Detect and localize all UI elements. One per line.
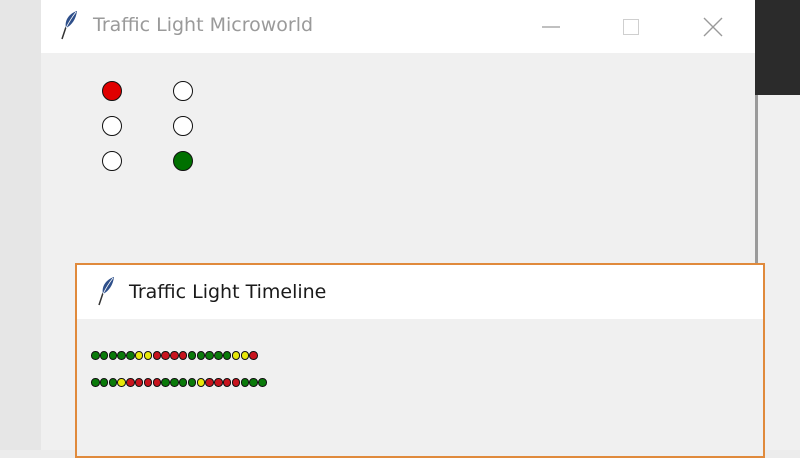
- minimize-icon: [542, 25, 560, 28]
- timeline-dot-green: [205, 351, 214, 360]
- timeline-dot-red: [152, 351, 162, 360]
- timeline-dot-yellow: [143, 351, 153, 360]
- timeline-dot-green: [108, 351, 118, 360]
- timeline-dot-red: [152, 378, 162, 387]
- timeline-dot-green: [187, 351, 197, 360]
- timeline-row-1: [91, 351, 258, 361]
- microworld-titlebar[interactable]: Traffic Light Microworld: [41, 0, 755, 53]
- timeline-dot-green: [126, 351, 135, 360]
- timeline-dot-red: [249, 351, 258, 360]
- right-red-light: [173, 81, 193, 101]
- right-yellow-light: [173, 116, 193, 136]
- timeline-dot-yellow: [231, 351, 241, 360]
- timeline-dot-green: [240, 378, 250, 387]
- maximize-icon: [623, 18, 639, 35]
- timeline-dot-yellow: [134, 351, 144, 360]
- feather-icon: [95, 276, 117, 306]
- timeline-dot-green: [117, 351, 126, 360]
- close-button[interactable]: [673, 0, 753, 53]
- timeline-dot-green: [161, 378, 170, 387]
- timeline-dot-red: [214, 378, 223, 387]
- timeline-dot-green: [99, 351, 109, 360]
- timeline-dot-red: [143, 378, 153, 387]
- timeline-dot-red: [178, 351, 188, 360]
- timeline-dot-green: [108, 378, 118, 387]
- left-red-light: [102, 81, 122, 101]
- timeline-dot-green: [91, 378, 100, 387]
- timeline-dot-red: [161, 351, 170, 360]
- timeline-dot-green: [249, 378, 258, 387]
- close-icon: [703, 17, 723, 36]
- feather-icon: [58, 10, 80, 40]
- timeline-dot-green: [214, 351, 223, 360]
- left-green-light: [102, 151, 122, 171]
- timeline-window: Traffic Light Timeline: [75, 263, 765, 458]
- timeline-dot-red: [126, 378, 135, 387]
- window-title: Traffic Light Timeline: [129, 281, 327, 303]
- window-title: Traffic Light Microworld: [93, 14, 314, 36]
- maximize-button[interactable]: [591, 0, 671, 53]
- timeline-titlebar[interactable]: Traffic Light Timeline: [77, 265, 763, 319]
- timeline-dot-green: [258, 378, 267, 387]
- timeline-dot-green: [196, 351, 206, 360]
- right-green-light: [173, 151, 193, 171]
- timeline-dot-yellow: [240, 351, 250, 360]
- timeline-row-2: [91, 378, 267, 388]
- timeline-dot-yellow: [196, 378, 206, 387]
- timeline-dot-red: [205, 378, 214, 387]
- desktop-background: [0, 0, 41, 450]
- timeline-dot-yellow: [117, 378, 126, 387]
- timeline-dot-red: [231, 378, 241, 387]
- timeline-dot-green: [99, 378, 109, 387]
- timeline-dot-green: [170, 378, 179, 387]
- timeline-dot-green: [222, 351, 232, 360]
- timeline-dot-green: [187, 378, 197, 387]
- left-yellow-light: [102, 116, 122, 136]
- timeline-dot-red: [170, 351, 179, 360]
- timeline-dot-red: [134, 378, 144, 387]
- minimize-button[interactable]: [511, 0, 591, 53]
- background-window-edge: [755, 0, 800, 95]
- timeline-dot-red: [222, 378, 232, 387]
- timeline-dot-green: [91, 351, 100, 360]
- timeline-dot-green: [178, 378, 188, 387]
